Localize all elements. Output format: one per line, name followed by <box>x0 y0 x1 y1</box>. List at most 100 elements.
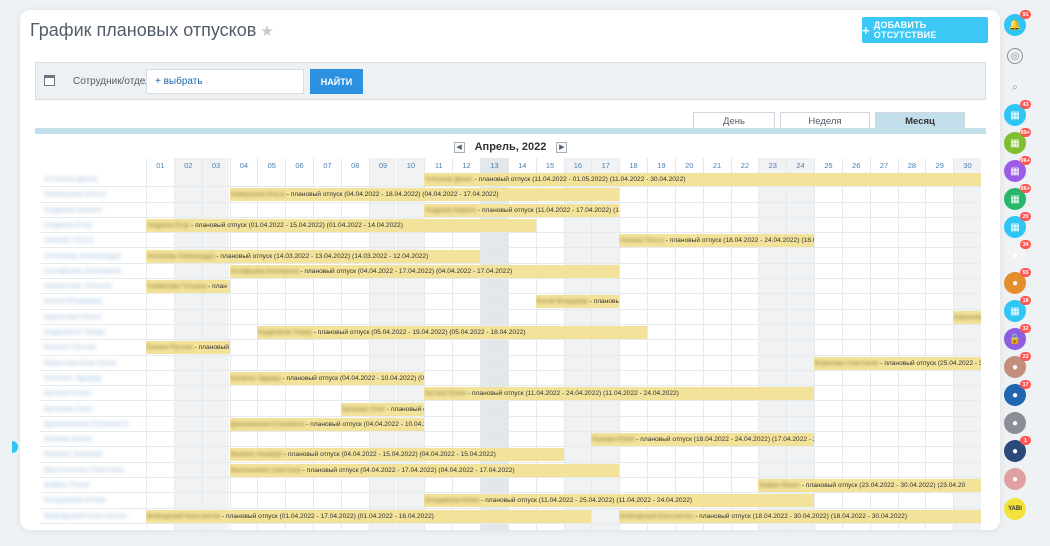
vacation-bar[interactable]: Батов Владимир - плановый <box>535 295 620 309</box>
vacation-employee: Васильченко Светлана <box>230 466 301 474</box>
group-avatar-icon[interactable]: ● 55 <box>1004 268 1031 294</box>
vacation-bar[interactable]: Аношко Ольга - плановый отпуск (18.04.20… <box>619 234 814 248</box>
calendar-icon[interactable]: ▦ 20 <box>1004 212 1031 238</box>
vacation-text: - плановый отпуск (11.04.2022 - 24.04.20… <box>466 390 679 398</box>
vacation-text: - плановый отпуск (18.04.2022 - 30.04.20… <box>693 512 908 520</box>
vacation-text: - плановый отпуск (04.04.2022 - 10.04.20… <box>306 420 424 428</box>
vacation-bar[interactable]: Бутина Юлия - плановый отпуск (11.04.202… <box>424 387 814 401</box>
user-avatar-icon[interactable]: ● 23 <box>1004 352 1031 378</box>
employee-name-link[interactable]: Аникушина Ольга <box>44 189 106 198</box>
vacation-bar[interactable]: Боленко Эдуард - плановый отпуск (04.04.… <box>229 371 425 385</box>
vacation-bar[interactable]: Быкова Юлия - плановый отпуск (18.04.202… <box>591 433 814 447</box>
day-header: 13 <box>480 158 508 172</box>
search-icon[interactable]: ⌕ <box>1004 76 1026 98</box>
vacation-bar[interactable]: Алтынов Денис - плановый отпуск (11.04.2… <box>424 173 981 186</box>
vacation-employee: Быкова Юлия <box>592 436 635 444</box>
calendar-icon[interactable]: ▦ 43 <box>1004 100 1031 126</box>
vacation-bar[interactable]: Андреев Егор - плановый отпуск (01.04.20… <box>146 218 536 232</box>
next-month-button[interactable]: ▶ <box>556 141 568 153</box>
employee-name-link[interactable]: Вафин Ренат <box>44 480 90 489</box>
employee-name-link[interactable]: Азаматова Татьяна <box>44 281 111 290</box>
vacation-bar[interactable]: Борисова Анастасия - плановый отпуск (25… <box>814 356 981 370</box>
vacation-bar[interactable]: Данилевская Елизавета - плановый отпуск … <box>229 417 425 431</box>
vacation-bar[interactable]: Войнарский Константин - плановый отпуск … <box>146 509 592 523</box>
vacation-bar[interactable]: Андреев Кирилл - плановый отпуск (11.04.… <box>424 203 620 217</box>
group-avatar-icon[interactable]: ● 34 <box>1004 240 1031 266</box>
employee-name-link[interactable]: Баранова Ольга <box>44 312 101 321</box>
table-row: Аникушина Ольга Аникушина Ольга - плановы… <box>40 187 981 203</box>
employee-name-link[interactable]: Андреев Егор <box>44 220 92 229</box>
vacation-bar[interactable]: Владимова Юлия - плановый отпуск (11.04.… <box>424 494 814 508</box>
calendar-icon[interactable]: ▦ 99+ <box>1004 128 1031 154</box>
vacation-text: - плановый отпуск (11.04.2022 - 17.04.20… <box>476 206 620 214</box>
vacation-text: - плановый отпуск (04.04.2022 - 15.04.20… <box>282 451 496 459</box>
vacation-bar[interactable]: Васильченко Светлана - плановый отпуск (… <box>229 463 620 477</box>
vacation-bar[interactable]: Аникушина Ольга - плановый отпуск (04.04… <box>229 188 620 202</box>
left-panel-handle[interactable] <box>12 441 18 453</box>
employee-select[interactable]: + выбрать <box>146 69 304 94</box>
notification-badge: 23 <box>1020 352 1031 361</box>
notification-badge: 17 <box>1020 380 1031 389</box>
vacation-employee: Андреев Егор <box>147 221 190 229</box>
calendar-icon[interactable]: ▦ 96+ <box>1004 184 1031 210</box>
vacation-employee: Азаматова Татьяна <box>147 283 207 291</box>
employee-name-link[interactable]: Данилевская Елизавета <box>44 419 128 428</box>
group-avatar-icon[interactable]: ● 17 <box>1004 380 1031 406</box>
employee-name-link[interactable]: Бульман Олег <box>44 404 93 413</box>
chat-icon[interactable]: ◎ <box>1007 48 1023 64</box>
vacation-bar[interactable]: Белкин Руслан - плановый с <box>146 341 230 355</box>
employee-name-link[interactable]: Васильченко Светлана <box>44 465 124 474</box>
day-header: 25 <box>814 158 842 172</box>
day-header: 22 <box>730 158 759 172</box>
employee-name-link[interactable]: Астафьева Екатерина <box>44 266 121 275</box>
table-row: Борисова Анастасия Борисова Анастасия - п… <box>40 356 981 371</box>
employee-name-link[interactable]: Бадуханов Тимур <box>44 327 105 336</box>
group-avatar-icon[interactable]: ● 1 <box>1004 436 1031 462</box>
notification-badge: 18 <box>1020 296 1031 305</box>
vacation-bar[interactable]: Бульман Олег - плановый от <box>340 402 425 416</box>
vacation-bar[interactable]: Антонова Александра - плановый отпуск (1… <box>146 249 480 263</box>
table-row: Аношко Ольга Аношко Ольга - плановый отпу… <box>40 233 981 249</box>
employee-name-link[interactable]: Войнарский Константин <box>44 511 127 520</box>
employee-name-link[interactable]: Боленко Эдуард <box>44 373 101 382</box>
day-header: 09 <box>368 158 397 172</box>
find-button[interactable]: НАЙТИ <box>310 69 363 94</box>
employee-name-link[interactable]: Борисова Анастасия <box>44 358 116 367</box>
filter-panel: Сотрудник/отдел: + выбрать НАЙТИ <box>35 62 986 100</box>
add-absence-button[interactable]: + ДОБАВИТЬ ОТСУТСТВИЕ <box>862 17 988 43</box>
star-icon[interactable]: ★ <box>260 23 273 40</box>
user-avatar-icon[interactable]: ● <box>1004 468 1026 490</box>
employee-name-link[interactable]: Быкова Юлия <box>44 434 92 443</box>
employee-name-link[interactable]: Бутина Юлия <box>44 388 90 397</box>
vacation-bar[interactable]: Баранова <box>953 310 981 324</box>
employee-name-link[interactable]: Андреев Кирилл <box>44 205 102 214</box>
lock-icon[interactable]: 🔒 32 <box>1004 324 1031 350</box>
vacation-bar[interactable]: Важина Эльвира - плановый отпуск (04.04.… <box>229 448 564 462</box>
vacation-bar[interactable]: Азаматова Татьяна - план <box>146 280 230 294</box>
yabi-avatar-icon[interactable]: YABI <box>1004 498 1026 520</box>
table-row: Боленко Эдуард Боленко Эдуард - плановый … <box>40 371 981 387</box>
prev-month-button[interactable]: ◀ <box>453 141 465 153</box>
table-row: Владимова Юлия Владимова Юлия - плановый … <box>40 493 981 509</box>
day-header: 28 <box>897 158 926 172</box>
bell-icon[interactable]: 🔔 91 <box>1004 10 1031 36</box>
employee-name-link[interactable]: Владимова Юлия <box>44 495 105 504</box>
vacation-bar[interactable]: Астафьева Екатерина - плановый отпуск (0… <box>229 264 620 278</box>
vacation-text: - плановый отпуск (04.04.2022 - 17.04.20… <box>300 466 515 474</box>
notification-badge: 99+ <box>1019 128 1031 137</box>
employee-name-link[interactable]: Антонова Александра <box>44 251 121 260</box>
employee-name-link[interactable]: Важина Эльвира <box>44 449 103 458</box>
employee-name-link[interactable]: Белкин Руслан <box>44 342 96 351</box>
day-header: 15 <box>535 158 564 172</box>
calendar-icon[interactable]: ▦ 18 <box>1004 296 1031 322</box>
vacation-bar[interactable]: Бадуханов Тимур - плановый отпуск (05.04… <box>257 326 647 339</box>
user-avatar-icon[interactable]: ● <box>1004 412 1026 434</box>
employee-name-link[interactable]: Батов Владимир <box>44 296 102 305</box>
vacation-employee: Антонова Александра <box>147 252 215 260</box>
employee-name-link[interactable]: Аношко Ольга <box>44 235 94 244</box>
calendar-icon[interactable]: ▦ 96+ <box>1004 156 1031 182</box>
vacation-employee: Белкин Руслан <box>147 344 193 352</box>
employee-name-link[interactable]: Алтынов Денис <box>44 174 98 183</box>
vacation-bar[interactable]: Войнарский Константин - плановый отпуск … <box>619 509 981 523</box>
vacation-bar[interactable]: Вафин Ренат - плановый отпуск (23.04.202… <box>758 479 981 492</box>
